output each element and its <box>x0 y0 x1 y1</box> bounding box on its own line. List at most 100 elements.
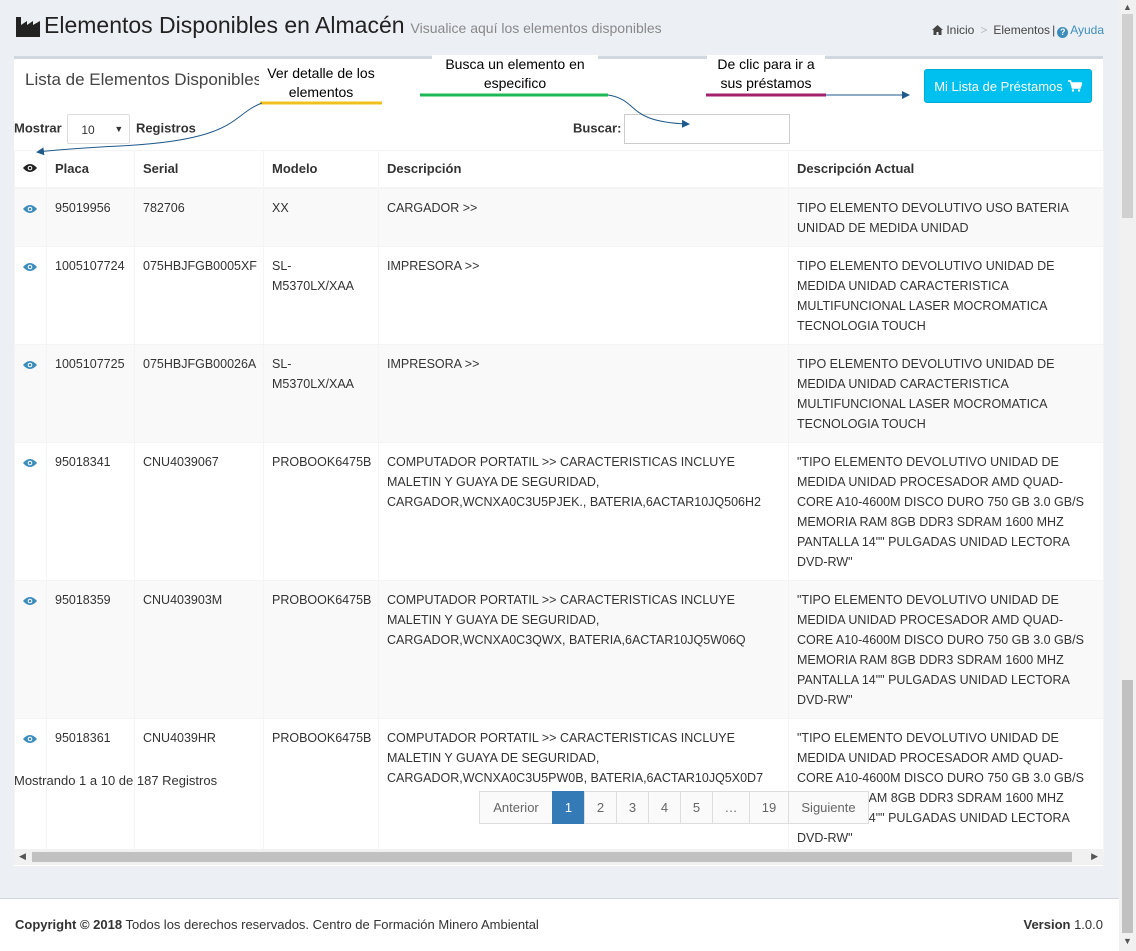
table-row: 1005107725 075HBJFGB00026A SL-M5370LX/XAA I… <box>14 344 1104 443</box>
breadcrumb-current: Elementos <box>993 23 1051 37</box>
search-control: Buscar: <box>573 114 791 144</box>
cell-placa: 1005107725 <box>46 344 135 443</box>
column-header-descripcion[interactable]: Descripción <box>378 150 789 189</box>
view-detail-cell[interactable] <box>14 246 47 345</box>
cell-descripcion: COMPUTADOR PORTATIL >> CARACTERISTICAS I… <box>378 718 789 857</box>
pagination-previous[interactable]: Anterior <box>479 791 553 824</box>
horizontal-scrollbar-thumb[interactable] <box>32 852 1072 862</box>
table-row: 95018359 CNU403903M PROBOOK6475B COMPUTADOR… <box>14 580 1104 719</box>
column-header-view[interactable] <box>14 150 47 189</box>
pagination-page[interactable]: 1 <box>552 791 585 824</box>
cell-serial: CNU403903M <box>134 580 264 719</box>
eye-icon[interactable] <box>23 262 37 272</box>
annotation-loans: De clic para ir a sus préstamos <box>707 55 825 93</box>
cell-descripcion-actual: "TIPO ELEMENTO DEVOLUTIVO UNIDAD DE MEDI… <box>788 442 1104 581</box>
version-label: Version <box>1023 917 1071 932</box>
cell-modelo: PROBOOK6475B <box>263 442 379 581</box>
view-detail-cell[interactable] <box>14 442 47 581</box>
home-icon <box>932 25 944 35</box>
eye-icon[interactable] <box>23 458 37 468</box>
annotation-search: Busca un elemento en especifico <box>432 55 598 93</box>
table-body: 95019956 782706 XX CARGADOR >> TIPO ELEMENTO… <box>14 187 1104 857</box>
table-header-row: Placa Serial Modelo Descripción Descripc… <box>14 150 1104 189</box>
footer: Copyright © 2018 Todos los derechos rese… <box>0 898 1119 951</box>
scroll-right-arrow-icon[interactable]: ▶ <box>1091 851 1098 862</box>
search-label: Buscar: <box>573 120 622 136</box>
pagination-page[interactable]: 5 <box>680 791 713 824</box>
pagination-page[interactable]: 3 <box>616 791 649 824</box>
pagination-page[interactable]: 2 <box>584 791 617 824</box>
copyright-year: Copyright © 2018 <box>15 917 123 932</box>
vertical-scrollbar-track-upper <box>1122 14 1133 218</box>
loans-button-label: Mi Lista de Préstamos <box>934 78 1063 94</box>
table-row: 95019956 782706 XX CARGADOR >> TIPO ELEMENTO… <box>14 187 1104 247</box>
cell-descripcion: IMPRESORA >> <box>378 246 789 345</box>
cell-descripcion: IMPRESORA >> <box>378 344 789 443</box>
cell-placa: 1005107724 <box>46 246 135 345</box>
page-title-text: Elementos Disponibles en Almacén <box>44 12 405 38</box>
page-length-control: Mostrar 10 ▼ Registros <box>14 114 196 144</box>
search-input[interactable] <box>624 114 791 144</box>
factory-icon <box>16 17 40 37</box>
chevron-down-icon: ▼ <box>114 124 124 134</box>
page-length-select[interactable]: 10 ▼ <box>67 114 131 144</box>
page-length-value: 10 <box>81 123 95 137</box>
eye-icon <box>23 164 37 172</box>
vertical-scrollbar[interactable]: ▲ ▼ <box>1119 0 1136 951</box>
help-label: Ayuda <box>1070 23 1104 37</box>
view-detail-cell[interactable] <box>14 187 47 247</box>
column-header-descripcion-actual[interactable]: Descripción Actual <box>788 150 1104 189</box>
breadcrumb: Inicio > Elementos |? Ayuda <box>932 23 1104 38</box>
annotation-detail: Ver detalle de los elementos <box>259 64 383 102</box>
breadcrumb-home[interactable]: Inicio <box>946 23 974 37</box>
cell-descripcion: COMPUTADOR PORTATIL >> CARACTERISTICAS I… <box>378 580 789 719</box>
cell-serial: 075HBJFGB0005XF <box>134 246 264 345</box>
cell-placa: 95018341 <box>46 442 135 581</box>
column-header-modelo[interactable]: Modelo <box>263 150 379 189</box>
view-detail-cell[interactable] <box>14 580 47 719</box>
column-header-placa[interactable]: Placa <box>46 150 135 189</box>
cell-serial: 782706 <box>134 187 264 247</box>
elements-box: Lista de Elementos Disponibles Mi Lista … <box>14 56 1104 866</box>
horizontal-scrollbar[interactable]: ◀ ▶ <box>14 849 1103 865</box>
records-label: Registros <box>135 120 196 136</box>
eye-icon[interactable] <box>23 360 37 370</box>
cell-descripcion-actual: "TIPO ELEMENTO DEVOLUTIVO UNIDAD DE MEDI… <box>788 718 1104 857</box>
records-info: Mostrando 1 a 10 de 187 Registros <box>14 773 218 788</box>
question-circle-icon: ? <box>1057 27 1069 38</box>
copyright-text: Todos los derechos reservados. Centro de… <box>125 917 539 932</box>
pagination-next[interactable]: Siguiente <box>788 791 869 824</box>
pagination-page[interactable]: 4 <box>648 791 681 824</box>
vertical-scrollbar-thumb[interactable] <box>1122 680 1133 933</box>
cell-descripcion-actual: "TIPO ELEMENTO DEVOLUTIVO UNIDAD DE MEDI… <box>788 580 1104 719</box>
cell-descripcion-actual: TIPO ELEMENTO DEVOLUTIVO UNIDAD DE MEDID… <box>788 246 1104 345</box>
cell-descripcion: CARGADOR >> <box>378 187 789 247</box>
page-subtitle: Visualice aquí los elementos disponibles <box>410 20 662 36</box>
scroll-down-arrow-icon[interactable]: ▼ <box>1123 936 1132 946</box>
cell-modelo: XX <box>263 187 379 247</box>
shopping-cart-icon <box>1067 80 1082 92</box>
cell-modelo: PROBOOK6475B <box>263 580 379 719</box>
box-title: Lista de Elementos Disponibles <box>25 70 263 89</box>
column-header-serial[interactable]: Serial <box>134 150 264 189</box>
cell-descripcion-actual: TIPO ELEMENTO DEVOLUTIVO UNIDAD DE MEDID… <box>788 344 1104 443</box>
help-link[interactable]: ? Ayuda <box>1057 23 1104 38</box>
content-header: Elementos Disponibles en Almacén Visualic… <box>14 12 1104 48</box>
eye-icon[interactable] <box>23 734 37 744</box>
footer-version: Version 1.0.0 <box>1023 917 1103 932</box>
eye-icon[interactable] <box>23 596 37 606</box>
cell-descripcion: COMPUTADOR PORTATIL >> CARACTERISTICAS I… <box>378 442 789 581</box>
eye-icon[interactable] <box>23 204 37 214</box>
page-title: Elementos Disponibles en Almacén Visualic… <box>44 12 662 39</box>
loans-list-button[interactable]: Mi Lista de Préstamos <box>924 69 1092 103</box>
pagination-page[interactable]: 19 <box>749 791 789 824</box>
scroll-left-arrow-icon[interactable]: ◀ <box>19 851 26 862</box>
scroll-up-arrow-icon[interactable]: ▲ <box>1123 2 1132 12</box>
breadcrumb-separator-bar: | <box>1052 23 1056 37</box>
pagination-ellipsis: … <box>712 791 750 824</box>
elements-table: Placa Serial Modelo Descripción Descripc… <box>14 150 1104 857</box>
version-value: 1.0.0 <box>1074 917 1103 932</box>
table-row: 1005107724 075HBJFGB0005XF SL-M5370LX/XAA I… <box>14 246 1104 345</box>
view-detail-cell[interactable] <box>14 344 47 443</box>
pagination: Anterior 1 2 3 4 5 … 19 Siguiente <box>479 791 869 824</box>
